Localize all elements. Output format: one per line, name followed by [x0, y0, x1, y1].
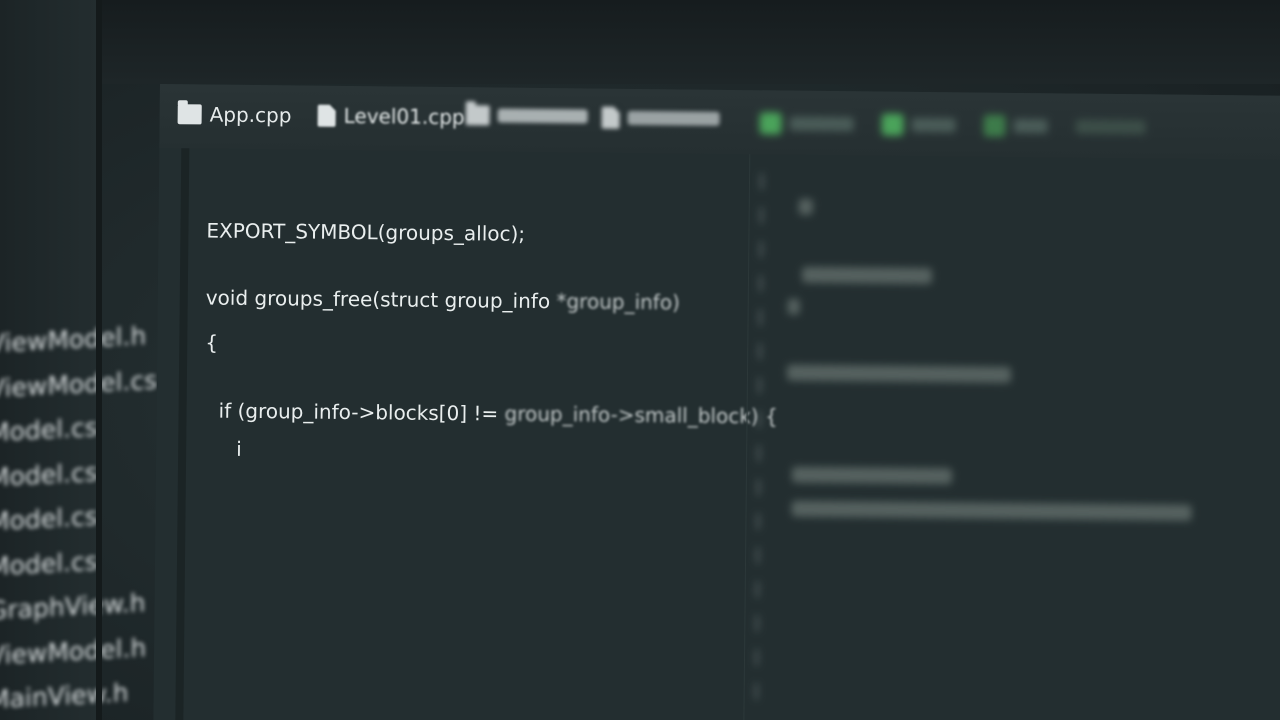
toolbar-label-placeholder [1013, 118, 1048, 134]
folder-icon [465, 105, 490, 126]
line-gutter: | | | | | | | | | | | | | | | | [753, 170, 779, 714]
code-line: { [205, 330, 219, 355]
tab-label-placeholder [497, 108, 588, 124]
list-item[interactable]: MainView.h [0, 670, 157, 720]
tab-label: App.cpp [209, 102, 292, 128]
tab-label-placeholder [627, 110, 720, 126]
gutter-mark: | [757, 340, 763, 360]
code-line [787, 298, 800, 315]
code-line: EXPORT_SYMBOL(groups_alloc); [206, 218, 526, 246]
gutter-mark: | [754, 578, 761, 598]
gutter-mark: | [757, 306, 764, 326]
gutter-mark: | [755, 510, 761, 530]
toolbar-label-placeholder [1075, 119, 1146, 135]
code-line: void groups_free(struct group_info *grou… [206, 285, 680, 314]
tab-level01-cpp[interactable]: Level01.cpp [317, 103, 465, 130]
tab-bar: App.cpp Level01.cpp [159, 84, 1280, 160]
toolbar-label-placeholder [789, 116, 854, 132]
code-line [791, 466, 953, 485]
tab-blurred-3[interactable] [465, 105, 588, 126]
gutter-mark: | [753, 680, 760, 700]
debug-icon [983, 114, 1006, 137]
code-line [786, 364, 1012, 383]
tab-blurred-4[interactable] [601, 106, 720, 130]
project-file-list: ViewModel.h ViewModel.cs Model.cs Model.… [0, 318, 157, 719]
gutter-mark: | [757, 272, 764, 292]
gutter-mark: | [755, 476, 762, 496]
code-line [798, 198, 813, 215]
file-icon [601, 106, 620, 129]
toolbar-button[interactable] [1075, 116, 1146, 139]
toolbar-button[interactable] [759, 112, 854, 135]
gutter-mark: | [755, 544, 761, 564]
gutter-mark: | [758, 238, 764, 258]
panel-divider [96, 0, 102, 720]
code-line [791, 500, 1192, 521]
code-line: if (group_info->blocks[0] != group_info-… [218, 399, 777, 429]
window-top-bar: ✕ [0, 0, 1280, 84]
secondary-editor-pane[interactable]: | | | | | | | | | | | | | | | | [753, 170, 1279, 720]
gutter-mark: | [756, 408, 763, 428]
tab-app-cpp[interactable]: App.cpp [177, 102, 292, 128]
project-file-panel: ViewModel.h ViewModel.cs Model.cs Model.… [0, 0, 157, 720]
split-divider[interactable] [743, 154, 751, 720]
gutter-mark: | [756, 442, 762, 462]
code-line [801, 266, 933, 285]
toolbar [759, 112, 1146, 139]
file-icon [317, 104, 336, 127]
folder-icon [177, 104, 202, 125]
code-area[interactable]: EXPORT_SYMBOL(groups_alloc); void groups… [201, 148, 778, 720]
code-editor: App.cpp Level01.cpp EXPORT_SYMBOL(groups… [153, 84, 1280, 720]
tab-label: Level01.cpp [343, 103, 465, 130]
code-text: if (group_info->blocks[0] != [218, 398, 505, 426]
code-text: group_info->small_block) { [504, 401, 778, 429]
gutter-mark: | [753, 646, 760, 666]
editor-gutter [175, 148, 190, 720]
build-icon [881, 113, 904, 136]
gutter-mark: | [756, 374, 763, 394]
code-text: *group_info) [556, 289, 681, 315]
screen: ✕ ViewModel.h ViewModel.cs Model.cs Mode… [0, 0, 1280, 720]
code-text: void groups_free(struct group_info [205, 285, 557, 314]
gutter-mark: | [758, 204, 765, 224]
toolbar-button[interactable] [881, 113, 956, 137]
toolbar-label-placeholder [911, 117, 956, 133]
run-icon [759, 112, 782, 135]
gutter-mark: | [758, 170, 765, 190]
gutter-mark: | [754, 612, 760, 632]
toolbar-button[interactable] [983, 114, 1048, 138]
code-line: i [236, 436, 242, 461]
